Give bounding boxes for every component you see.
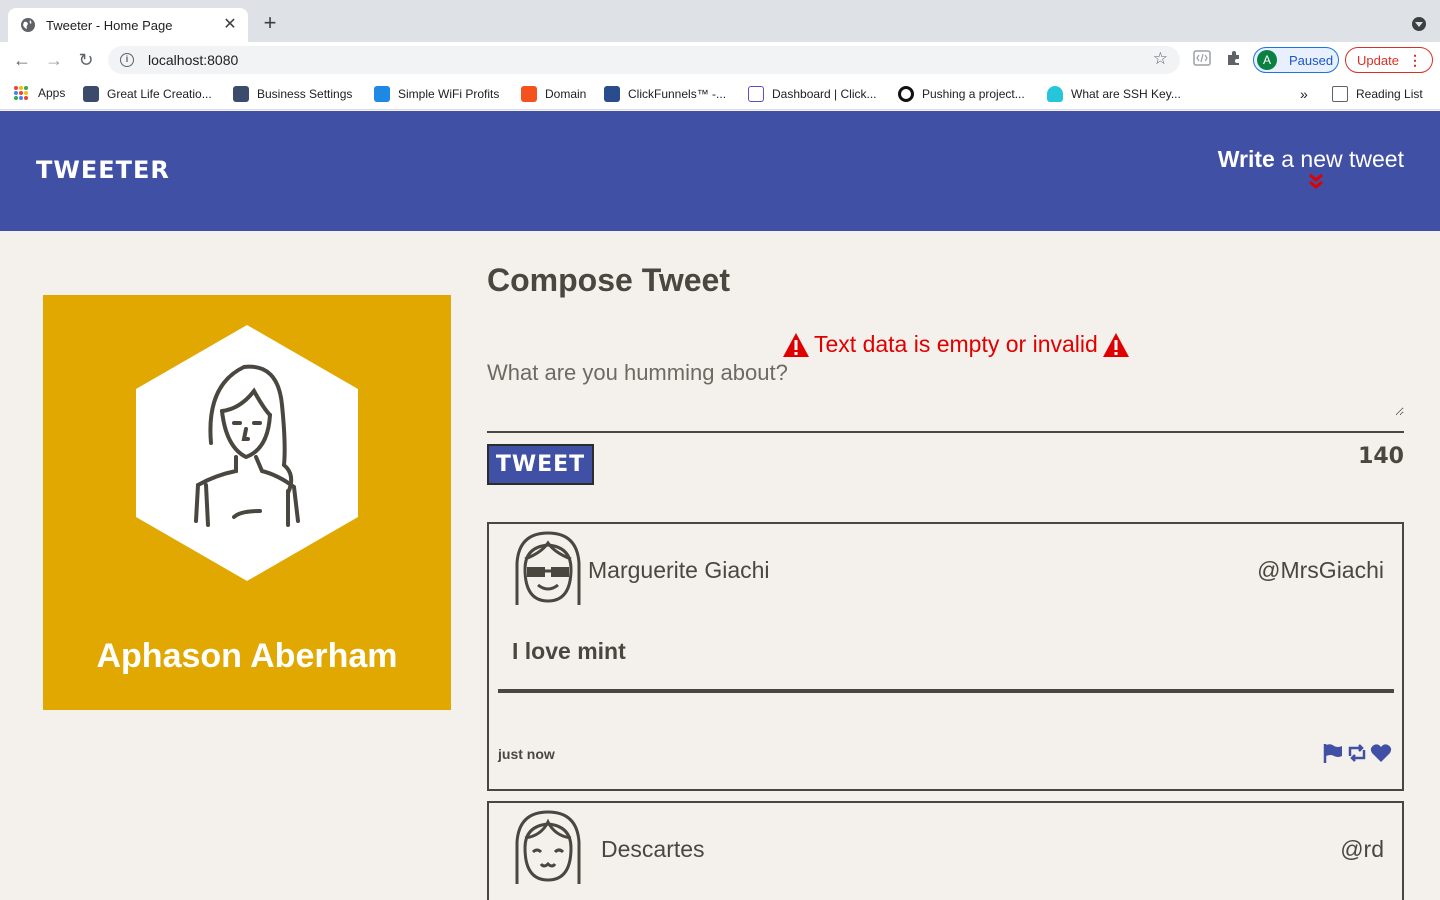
reload-icon[interactable]: ↻ — [74, 48, 98, 72]
compose-title: Compose Tweet — [487, 262, 730, 298]
bookmark-item[interactable]: Simple WiFi Profits — [374, 86, 499, 102]
profile-avatar-icon — [136, 325, 358, 581]
bookmark-label: Great Life Creatio... — [107, 87, 212, 101]
bookmarks-bar: Apps Great Life Creatio... Business Sett… — [0, 78, 1440, 110]
cloud-logo-icon — [1047, 86, 1063, 102]
back-icon[interactable]: ← — [10, 48, 34, 72]
reading-list-icon — [1332, 86, 1348, 102]
circle-logo-icon — [898, 86, 914, 102]
tweet-button[interactable]: TWEET — [487, 444, 594, 485]
bookmark-label: What are SSH Key... — [1071, 87, 1181, 101]
bookmark-label: Apps — [38, 86, 66, 100]
avatar-sunglasses-icon — [515, 531, 581, 605]
tweet-timestamp: just now — [498, 746, 555, 762]
warning-icon — [1102, 332, 1129, 357]
tweet-author-name: Marguerite Giachi — [588, 557, 770, 583]
apps-grid-icon — [14, 86, 28, 100]
bookmark-label: Business Settings — [257, 87, 353, 101]
domain-logo-icon — [521, 86, 537, 102]
bookmark-label: ClickFunnels™ -... — [628, 87, 727, 101]
write-bold: Write — [1217, 146, 1275, 172]
tweet-text-input[interactable] — [487, 360, 1404, 416]
tweet-card: Marguerite Giachi @MrsGiachi I love mint… — [487, 522, 1404, 791]
tweet-author-name: Descartes — [601, 836, 705, 862]
tab-title: Tweeter - Home Page — [46, 17, 173, 33]
bookmark-label: Simple WiFi Profits — [398, 87, 500, 101]
bookmark-label: Domain — [545, 87, 587, 101]
bookmark-item[interactable]: Pushing a project... — [898, 86, 1025, 102]
bookmark-label: Pushing a project... — [922, 87, 1025, 101]
tweet-divider — [498, 689, 1394, 693]
bookmark-apps[interactable]: Apps — [14, 86, 65, 100]
address-bar[interactable]: i localhost:8080 ☆ — [108, 46, 1180, 74]
brand-logo[interactable]: TWEETER — [36, 156, 170, 184]
write-new-tweet-link[interactable]: Write a new tweet — [1218, 146, 1404, 173]
tweet-actions — [1322, 742, 1392, 764]
flag-icon[interactable] — [1322, 742, 1344, 764]
bookmark-item[interactable]: Domain — [521, 86, 586, 102]
globe-icon — [21, 18, 35, 32]
browser-tab-strip: Tweeter - Home Page ✕ + — [0, 0, 1440, 42]
write-rest: a new tweet — [1274, 146, 1404, 172]
bookmark-item[interactable]: Dashboard | Click... — [748, 86, 877, 102]
tweet-author-handle: @rd — [1340, 836, 1384, 862]
profile-status: Paused — [1289, 52, 1334, 68]
bookmark-item[interactable]: Great Life Creatio... — [83, 86, 212, 102]
kebab-menu-icon: ⋮ — [1408, 52, 1422, 68]
tweet-card: Descartes @rd — [487, 801, 1404, 900]
warning-icon — [783, 332, 809, 357]
bookmark-item[interactable]: Business Settings — [233, 86, 352, 102]
clickfunnels-logo-icon — [604, 86, 620, 102]
tweet-author-handle: @MrsGiachi — [1257, 557, 1384, 583]
profile-button[interactable]: A Paused — [1253, 47, 1339, 73]
bookmark-item[interactable]: What are SSH Key... — [1047, 86, 1181, 102]
new-tab-icon[interactable]: + — [258, 11, 282, 35]
site-info-icon[interactable]: i — [120, 53, 134, 67]
update-button[interactable]: Update ⋮ — [1345, 47, 1433, 73]
site-header: TWEETER Write a new tweet — [0, 111, 1440, 231]
avatar-smile-icon — [515, 810, 581, 884]
update-label: Update — [1357, 52, 1399, 68]
dashboard-logo-icon — [748, 86, 764, 102]
chart-doc-icon — [233, 86, 249, 102]
reading-list-label: Reading List — [1356, 87, 1423, 101]
browser-tab[interactable]: Tweeter - Home Page ✕ — [8, 8, 248, 42]
forward-icon[interactable]: → — [42, 48, 66, 72]
wifi-logo-icon — [374, 86, 390, 102]
tab-search-icon[interactable] — [1412, 17, 1426, 31]
heart-icon[interactable] — [1370, 742, 1392, 764]
bookmark-star-icon[interactable]: ☆ — [1153, 49, 1168, 69]
compose-divider — [487, 431, 1404, 433]
code-extension-icon[interactable] — [1192, 50, 1212, 70]
reading-list-button[interactable]: Reading List — [1332, 86, 1423, 102]
bookmark-item[interactable]: ClickFunnels™ -... — [604, 86, 726, 102]
character-counter: 140 — [1358, 444, 1404, 469]
profile-name: Aphason Aberham — [96, 637, 398, 675]
bookmarks-overflow-icon[interactable]: » — [1300, 86, 1308, 102]
profile-card: Aphason Aberham — [43, 295, 451, 710]
error-message: Text data is empty or invalid — [778, 331, 1134, 358]
retweet-icon[interactable] — [1346, 742, 1368, 764]
url-text: localhost:8080 — [148, 52, 239, 68]
browser-toolbar: ← → ↻ i localhost:8080 ☆ A Paused Update… — [0, 42, 1440, 78]
tab-close-icon[interactable]: ✕ — [222, 17, 238, 33]
bookmark-label: Dashboard | Click... — [772, 87, 877, 101]
extensions-puzzle-icon[interactable] — [1224, 50, 1244, 70]
error-text: Text data is empty or invalid — [814, 331, 1098, 357]
double-chevron-down-icon[interactable] — [1308, 173, 1324, 190]
chart-doc-icon — [83, 86, 99, 102]
avatar: A — [1257, 50, 1277, 70]
tweet-text: I love mint — [512, 638, 626, 664]
